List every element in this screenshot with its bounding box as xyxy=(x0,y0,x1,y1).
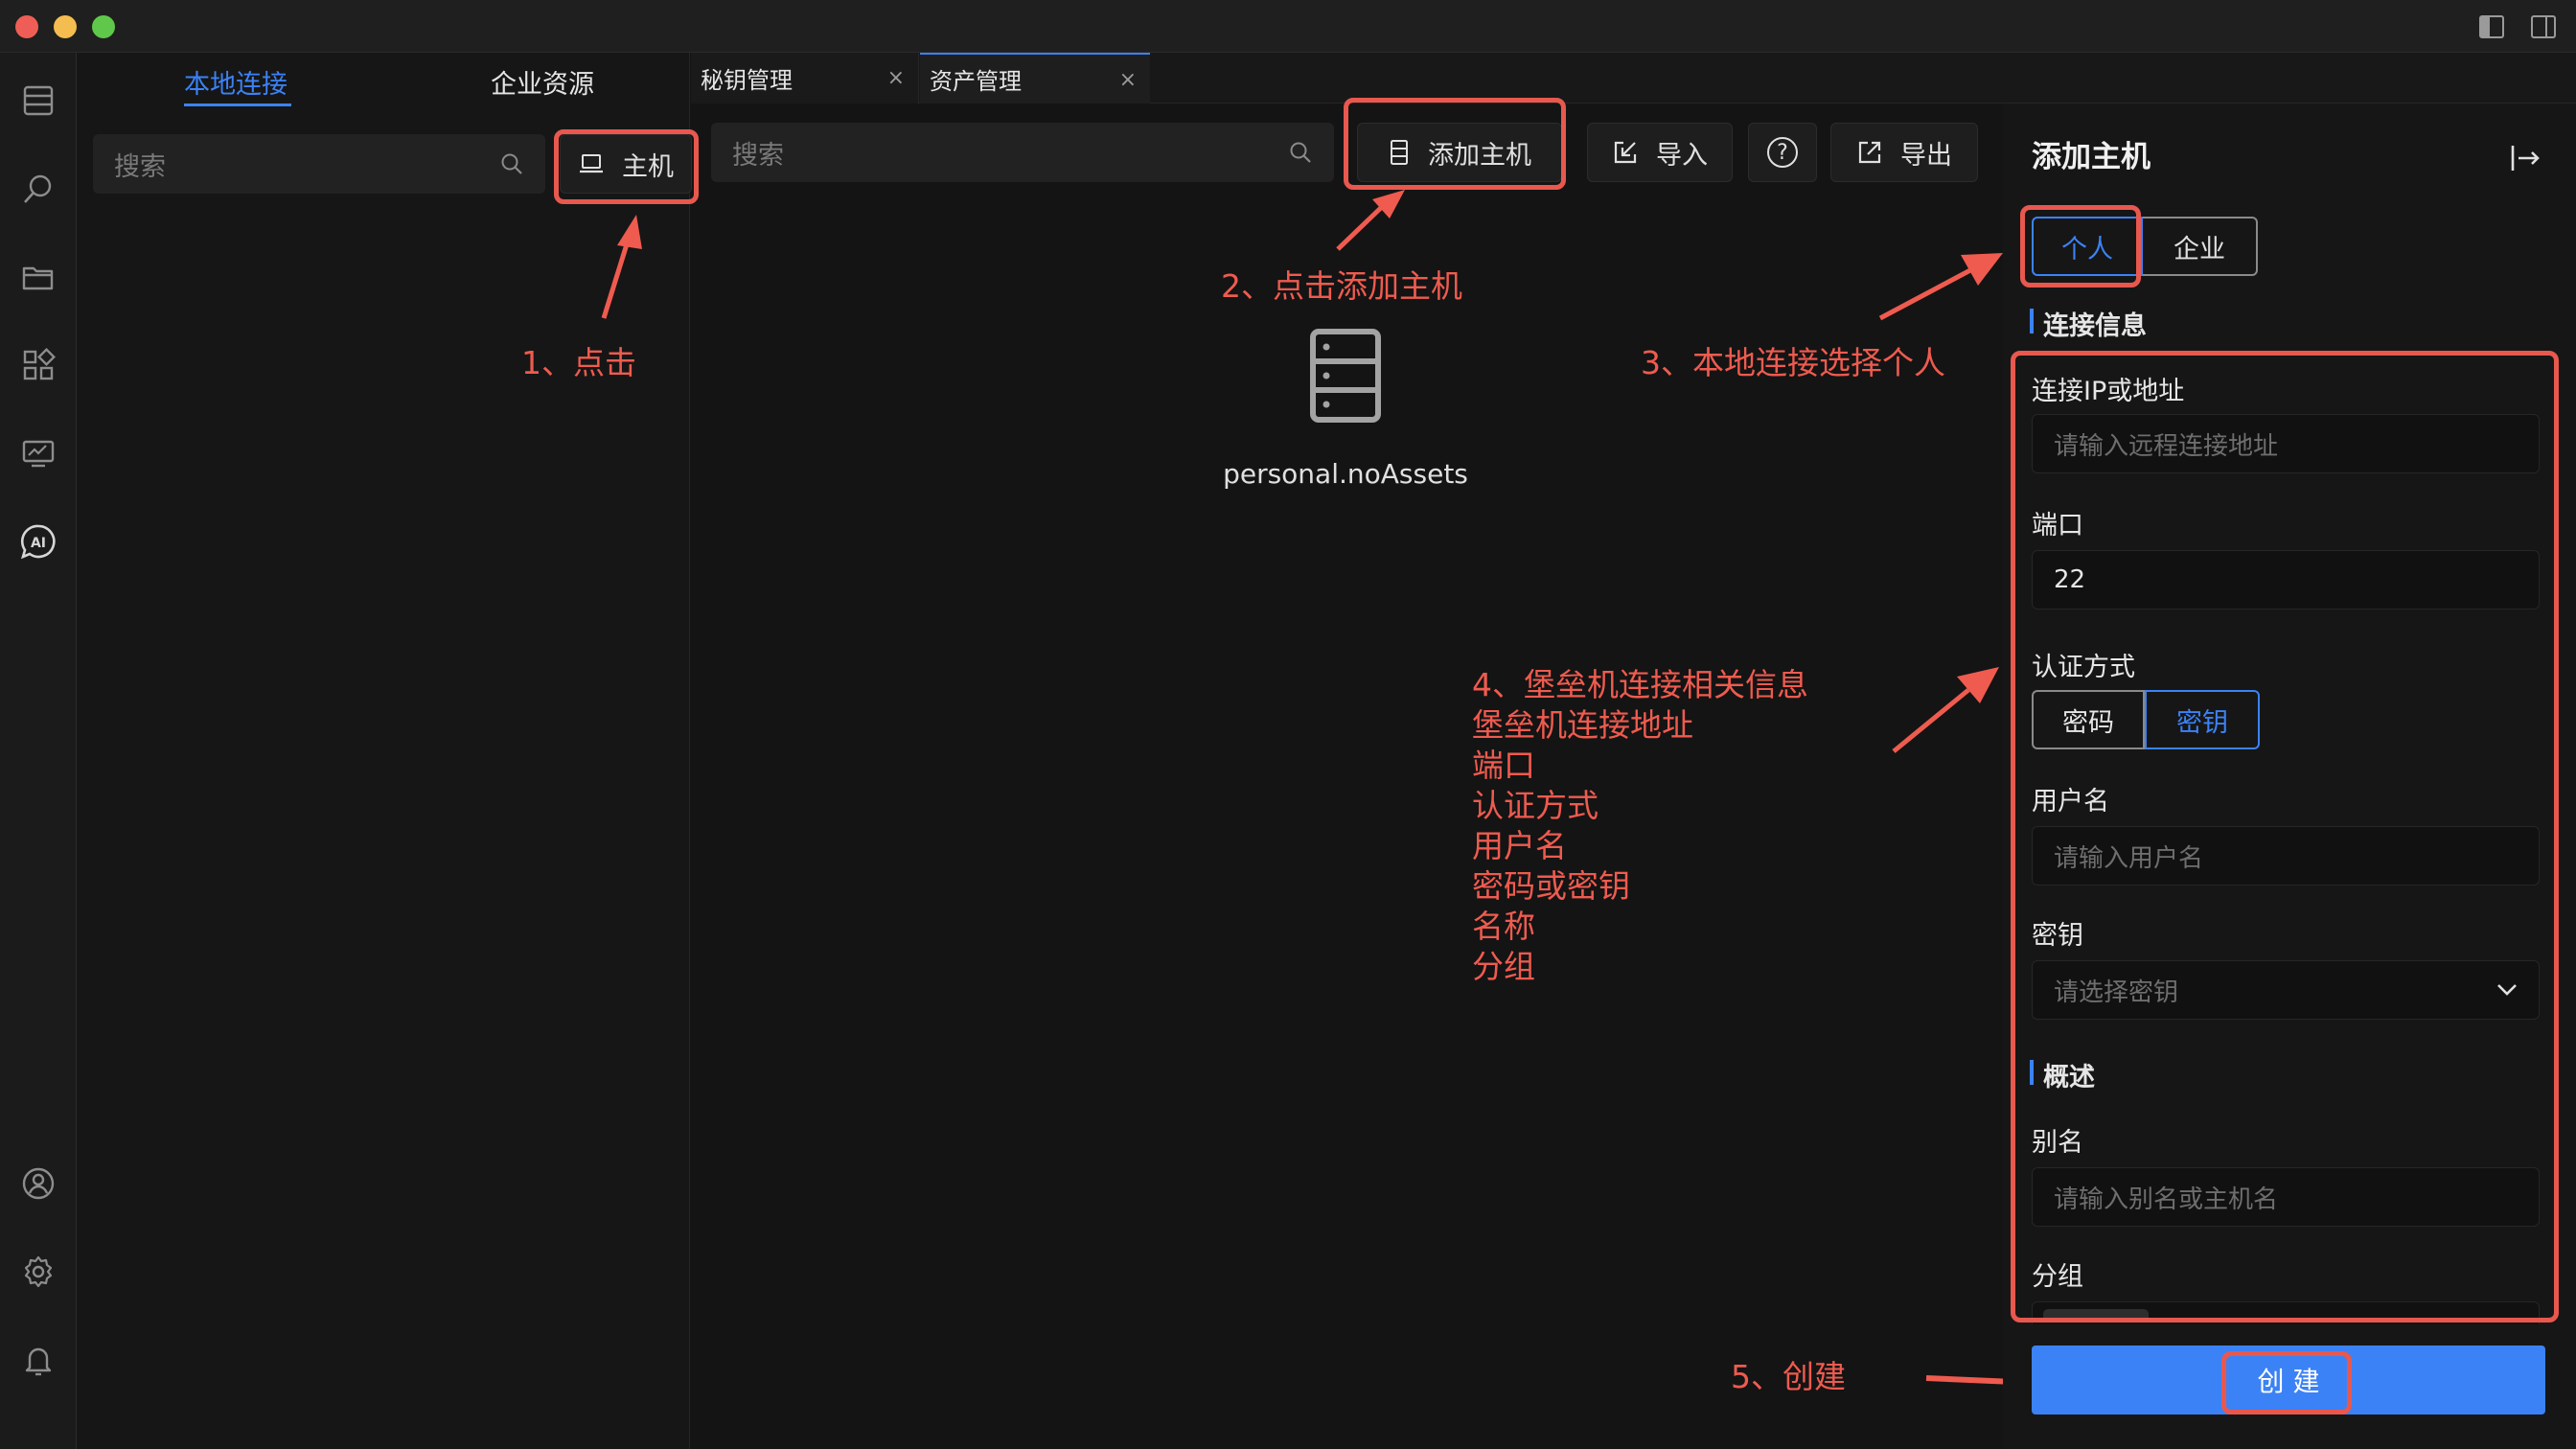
annotation-line: 名称 xyxy=(1472,908,1535,945)
annotation-line: 认证方式 xyxy=(1472,787,1598,824)
empty-server-icon xyxy=(1309,328,1382,424)
annotation-line: 用户名 xyxy=(1472,827,1567,864)
import-icon xyxy=(1612,139,1639,166)
annotation-line: 堡垒机连接地址 xyxy=(1472,706,1693,744)
close-tab-icon[interactable]: × xyxy=(1119,68,1137,92)
annotation-line: 端口 xyxy=(1472,747,1535,784)
annotation-line: 密码或密钥 xyxy=(1472,867,1630,905)
annotation-arrow-3 xyxy=(1874,247,2009,324)
annotation-arrow-1 xyxy=(575,211,652,326)
type-enterprise-option[interactable]: 企业 xyxy=(2143,217,2258,276)
highlight-create-button xyxy=(2221,1351,2352,1414)
active-tab-indicator xyxy=(184,104,291,106)
annotation-step-2: 2、点击添加主机 xyxy=(1221,267,1462,305)
section-connection-info: 连接信息 xyxy=(2043,311,2147,341)
annotation-step-1: 1、点击 xyxy=(521,344,636,381)
tab-asset-management[interactable]: 资产管理 × xyxy=(920,53,1150,104)
highlight-personal-option xyxy=(2020,205,2141,288)
search-icon xyxy=(1288,140,1313,165)
activity-bar: AI xyxy=(0,53,77,1449)
drawer-title: 添加主机 xyxy=(2032,140,2150,174)
search-icon[interactable] xyxy=(13,164,63,214)
folder-icon[interactable] xyxy=(13,252,63,302)
zoom-window-button[interactable] xyxy=(92,15,115,38)
help-button[interactable]: ? xyxy=(1748,123,1817,182)
highlight-host-button xyxy=(554,129,699,204)
settings-gear-icon[interactable] xyxy=(13,1247,63,1297)
close-tab-icon[interactable]: × xyxy=(887,66,905,90)
asset-search-placeholder: 搜索 xyxy=(732,140,784,171)
annotation-step-5: 5、创建 xyxy=(1731,1358,1846,1395)
import-button-label: 导入 xyxy=(1656,140,1708,171)
annotation-step-4: 4、堡垒机连接相关信息 堡垒机连接地址 端口 认证方式 用户名 密码或密钥 名称… xyxy=(1472,665,1808,987)
svg-text:AI: AI xyxy=(31,536,46,551)
tab-asset-management-label: 资产管理 xyxy=(930,68,1022,95)
section-marker xyxy=(2030,309,2034,334)
monitor-icon[interactable] xyxy=(13,428,63,478)
left-search-input[interactable]: 搜索 xyxy=(93,134,545,194)
annotation-step-3: 3、本地连接选择个人 xyxy=(1641,344,1945,381)
tab-enterprise-resources[interactable]: 企业资源 xyxy=(491,63,594,101)
apps-grid-icon[interactable] xyxy=(13,340,63,390)
minimize-window-button[interactable] xyxy=(54,15,77,38)
annotation-line: 分组 xyxy=(1472,948,1535,985)
annotation-line: 4、堡垒机连接相关信息 xyxy=(1472,666,1808,703)
tab-key-management[interactable]: 秘钥管理 × xyxy=(691,53,919,104)
annotation-arrow-2 xyxy=(1330,188,1407,255)
export-icon xyxy=(1856,139,1883,166)
tab-local-connection[interactable]: 本地连接 xyxy=(184,63,288,101)
tab-key-management-label: 秘钥管理 xyxy=(701,67,793,94)
highlight-add-host-button xyxy=(1344,98,1566,190)
export-button[interactable]: 导出 xyxy=(1830,123,1978,182)
ai-assistant-icon[interactable]: AI xyxy=(13,517,63,566)
help-icon: ? xyxy=(1767,137,1798,168)
import-button[interactable]: 导入 xyxy=(1587,123,1733,182)
title-bar xyxy=(0,0,2576,53)
annotation-arrow-4 xyxy=(1888,661,2003,757)
toggle-left-sidebar-icon[interactable] xyxy=(2478,13,2505,40)
user-account-icon[interactable] xyxy=(13,1159,63,1208)
close-window-button[interactable] xyxy=(15,15,38,38)
hosts-list-icon[interactable] xyxy=(13,76,63,126)
empty-state-text: personal.noAssets xyxy=(1223,458,1468,490)
collapse-drawer-icon[interactable] xyxy=(2509,142,2542,174)
toggle-right-sidebar-icon[interactable] xyxy=(2530,13,2557,40)
highlight-connection-form xyxy=(2011,351,2559,1322)
left-search-placeholder: 搜索 xyxy=(114,151,166,182)
search-icon xyxy=(499,151,524,176)
notification-bell-icon[interactable] xyxy=(13,1335,63,1385)
export-button-label: 导出 xyxy=(1900,140,1952,171)
asset-search-input[interactable]: 搜索 xyxy=(711,123,1334,182)
